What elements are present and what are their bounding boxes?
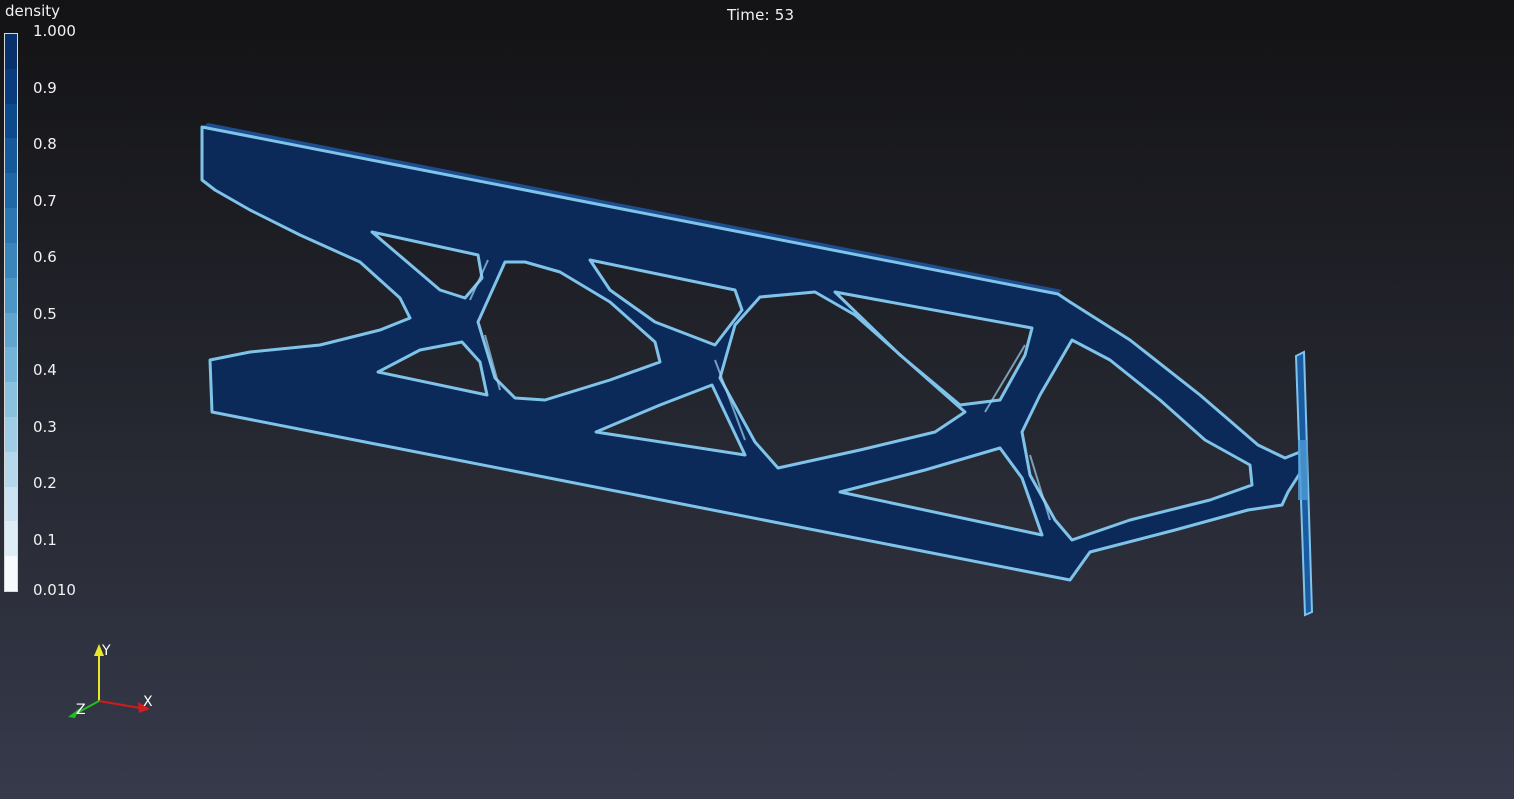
y-axis-label: Y bbox=[101, 643, 111, 659]
z-axis-label: Z bbox=[76, 702, 86, 718]
x-axis-label: X bbox=[143, 694, 153, 710]
truss-beam-model[interactable] bbox=[0, 0, 1514, 799]
end-support-plate bbox=[1294, 350, 1314, 617]
orientation-axes: Y X Z bbox=[68, 643, 153, 718]
x-axis-line bbox=[98, 700, 141, 709]
render-viewport[interactable]: Time: 53 density 1.000 0.9 0.8 0.7 0.6 0… bbox=[0, 0, 1514, 799]
beam-body bbox=[200, 125, 1304, 582]
